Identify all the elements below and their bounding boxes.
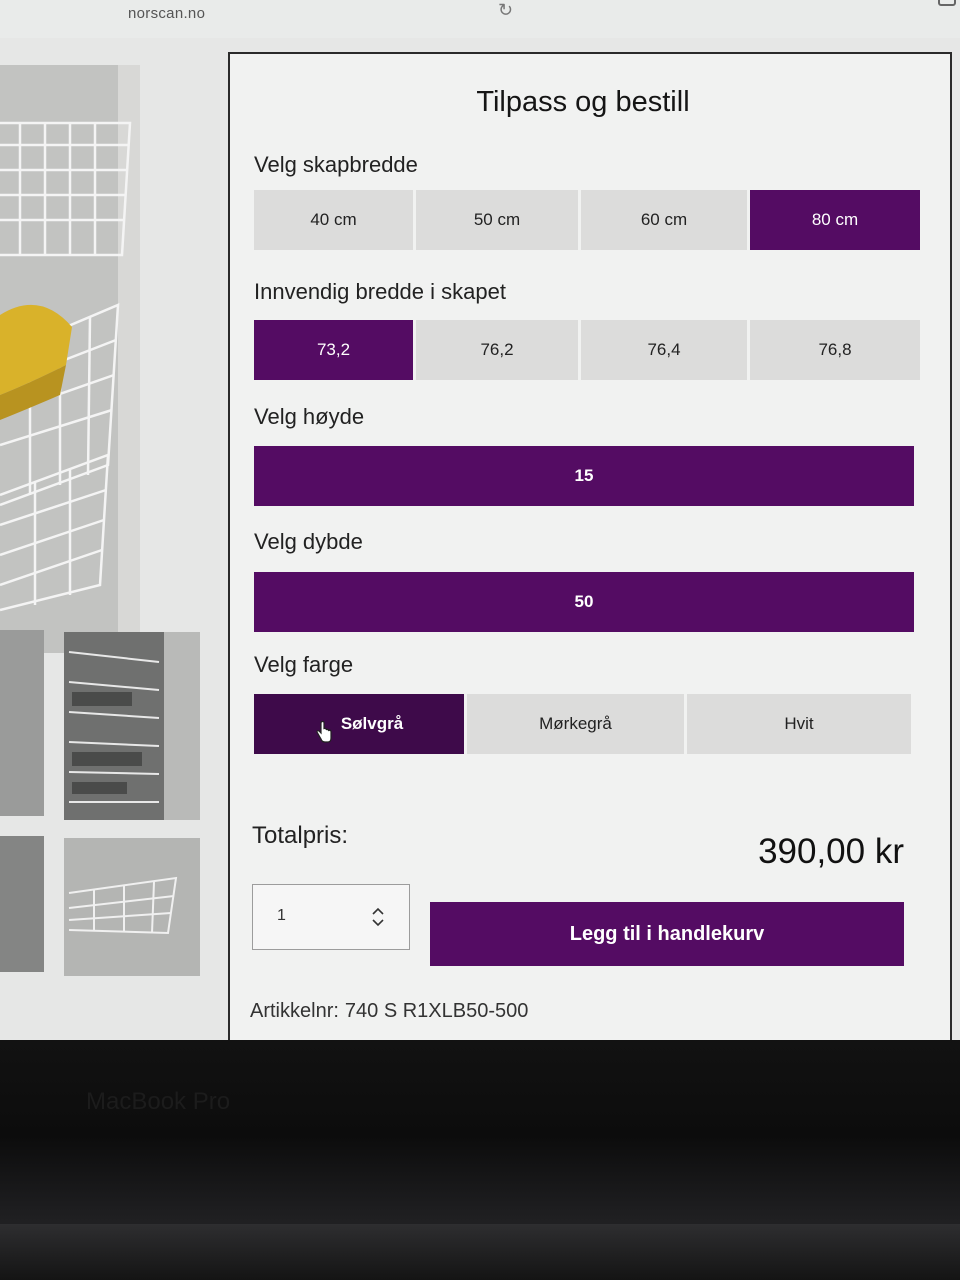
product-gallery [0, 40, 228, 1040]
inner-width-option-76-4[interactable]: 76,4 [581, 320, 747, 380]
inner-width-label: Innvendig bredde i skapet [254, 279, 506, 304]
depth-option-50[interactable]: 50 [254, 572, 914, 632]
customize-panel: Tilpass og bestill Velg skapbredde 40 cm… [228, 52, 952, 1072]
article-number-label: Artikkelnr: [250, 1000, 339, 1022]
width-label: Velg skapbredde [254, 152, 418, 177]
add-to-cart-button[interactable]: Legg til i handlekurv [430, 902, 904, 966]
inner-width-option-73-2[interactable]: 73,2 [254, 320, 413, 380]
color-label: Velg farge [254, 652, 354, 677]
width-option-60[interactable]: 60 cm [581, 190, 747, 250]
color-option-morkegra[interactable]: Mørkegrå [467, 694, 684, 754]
width-option-80[interactable]: 80 cm [750, 190, 920, 250]
height-option-15[interactable]: 15 [254, 446, 914, 506]
thumbnail-1[interactable] [0, 630, 44, 816]
color-options: Sølvgrå Mørkegrå Hvit [254, 694, 911, 754]
depth-label: Velg dybde [254, 529, 363, 554]
color-option-solvgra[interactable]: Sølvgrå [254, 694, 464, 754]
thumbnail-2[interactable] [64, 632, 200, 820]
inner-width-option-76-2[interactable]: 76,2 [416, 320, 578, 380]
width-options: 40 cm 50 cm 60 cm 80 cm [254, 190, 920, 250]
laptop-brand-label: MacBook Pro [86, 1088, 231, 1115]
total-price: 390,00 kr [758, 832, 904, 871]
panel-title: Tilpass og bestill [476, 86, 690, 118]
thumbnail-4[interactable] [64, 838, 200, 976]
main-product-image[interactable] [0, 65, 140, 653]
window-control-icon[interactable] [938, 0, 956, 6]
article-number-value: 740 S R1XLB50-500 [344, 1000, 529, 1022]
width-option-40[interactable]: 40 cm [254, 190, 413, 250]
quantity-value[interactable]: 1 [277, 907, 286, 925]
inner-width-options: 73,2 76,2 76,4 76,8 [254, 320, 920, 380]
height-label: Velg høyde [254, 404, 365, 429]
total-label: Totalpris: [252, 822, 349, 849]
laptop-bezel: MacBook Pro [0, 1040, 960, 1280]
inner-width-option-76-8[interactable]: 76,8 [750, 320, 920, 380]
reload-icon[interactable]: ↻ [498, 0, 513, 21]
color-option-solvgra-label: Sølvgrå [340, 714, 404, 733]
hand-cursor-icon [315, 720, 333, 743]
browser-address-bar[interactable]: norscan.no ↻ [0, 0, 960, 38]
url-text[interactable]: norscan.no [128, 5, 205, 22]
width-option-50[interactable]: 50 cm [416, 190, 578, 250]
thumbnail-3[interactable] [0, 836, 44, 972]
stepper-arrows-icon[interactable] [371, 905, 385, 929]
laptop-deck [0, 1224, 960, 1280]
quantity-stepper[interactable]: 1 [252, 884, 410, 950]
color-option-hvit[interactable]: Hvit [687, 694, 911, 754]
article-number: Artikkelnr: 740 S R1XLB50-500 [250, 1000, 528, 1023]
